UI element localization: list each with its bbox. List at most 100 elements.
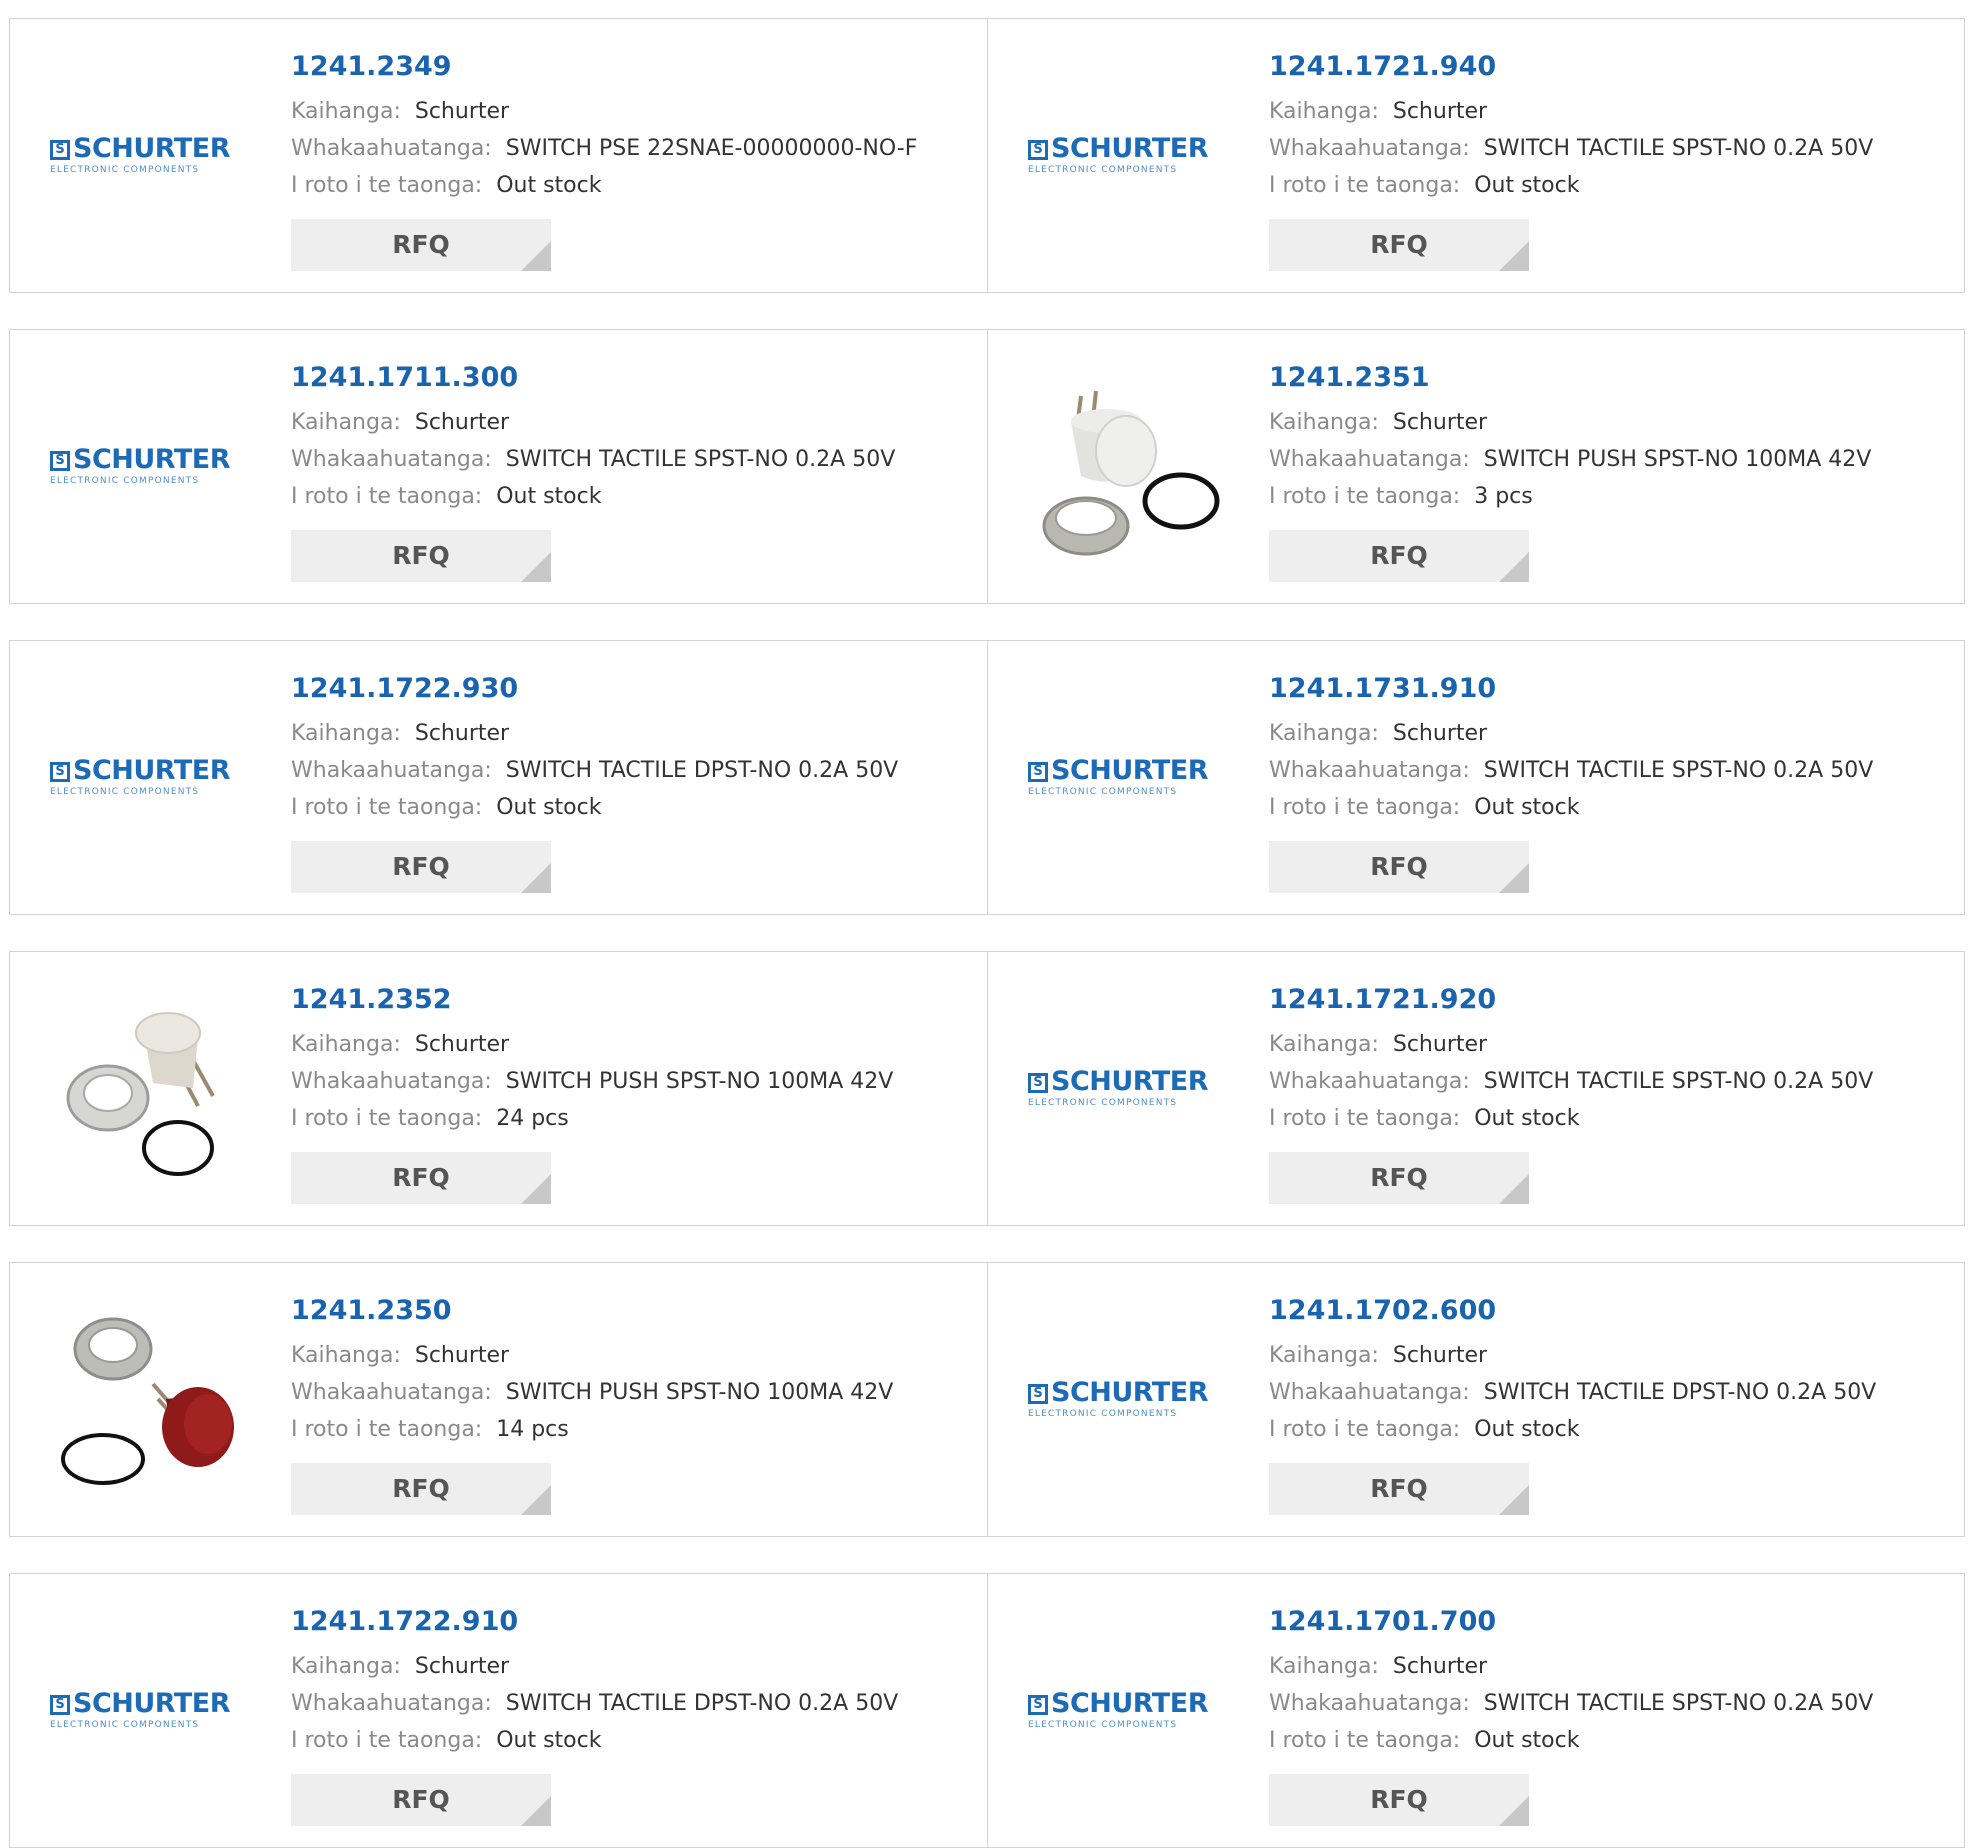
product-card: S SCHURTER ELECTRONIC COMPONENTS 1241.23… bbox=[10, 19, 987, 292]
manufacturer-value: Schurter bbox=[414, 721, 510, 746]
part-number-link[interactable]: 1241.1722.930 bbox=[291, 671, 967, 707]
product-image[interactable]: S SCHURTER ELECTRONIC COMPONENTS bbox=[1026, 1299, 1226, 1499]
product-image[interactable] bbox=[48, 1299, 248, 1499]
stock-label: I roto i te taonga: bbox=[291, 795, 483, 820]
rfq-corner-decoration bbox=[1499, 552, 1529, 582]
schurter-logo-mark: S bbox=[1028, 1695, 1048, 1715]
rfq-label: RFQ bbox=[392, 1163, 450, 1192]
product-card: S SCHURTER ELECTRONIC COMPONENTS 1241.17… bbox=[987, 641, 1964, 914]
product-info: 1241.2349 Kaihanga: Schurter Whakaahuatan… bbox=[291, 49, 967, 204]
description-label: Whakaahuatanga: bbox=[1269, 1380, 1470, 1405]
manufacturer-label: Kaihanga: bbox=[291, 99, 401, 124]
product-image[interactable]: S SCHURTER ELECTRONIC COMPONENTS bbox=[48, 1610, 248, 1810]
rfq-button[interactable]: RFQ bbox=[1269, 1463, 1529, 1515]
manufacturer-line: Kaihanga: Schurter bbox=[291, 1337, 967, 1374]
stock-label: I roto i te taonga: bbox=[1269, 795, 1461, 820]
rfq-corner-decoration bbox=[1499, 863, 1529, 893]
product-card: S SCHURTER ELECTRONIC COMPONENTS 1241.17… bbox=[10, 641, 987, 914]
stock-value: 24 pcs bbox=[496, 1106, 569, 1131]
part-number-link[interactable]: 1241.2349 bbox=[291, 49, 967, 85]
schurter-logo-mark: S bbox=[50, 762, 70, 782]
rfq-button[interactable]: RFQ bbox=[291, 219, 551, 271]
part-number-link[interactable]: 1241.1721.920 bbox=[1269, 982, 1944, 1018]
stock-value: Out stock bbox=[496, 484, 602, 509]
manufacturer-line: Kaihanga: Schurter bbox=[1269, 93, 1944, 130]
product-image[interactable]: S SCHURTER ELECTRONIC COMPONENTS bbox=[1026, 1610, 1226, 1810]
rfq-button[interactable]: RFQ bbox=[291, 530, 551, 582]
rfq-button[interactable]: RFQ bbox=[1269, 219, 1529, 271]
part-number-link[interactable]: 1241.1702.600 bbox=[1269, 1293, 1944, 1329]
manufacturer-label: Kaihanga: bbox=[1269, 1032, 1379, 1057]
part-number-link[interactable]: 1241.2350 bbox=[291, 1293, 967, 1329]
rfq-button[interactable]: RFQ bbox=[1269, 841, 1529, 893]
product-image[interactable]: S SCHURTER ELECTRONIC COMPONENTS bbox=[48, 55, 248, 255]
schurter-logo-subtitle: ELECTRONIC COMPONENTS bbox=[1028, 165, 1178, 175]
manufacturer-label: Kaihanga: bbox=[1269, 1343, 1379, 1368]
product-image[interactable]: S SCHURTER ELECTRONIC COMPONENTS bbox=[1026, 677, 1226, 877]
description-label: Whakaahuatanga: bbox=[1269, 1691, 1470, 1716]
schurter-logo: S SCHURTER ELECTRONIC COMPONENTS bbox=[1028, 757, 1224, 797]
product-row: S SCHURTER ELECTRONIC COMPONENTS 1241.17… bbox=[9, 1573, 1965, 1848]
rfq-corner-decoration bbox=[1499, 1796, 1529, 1826]
rfq-corner-decoration bbox=[1499, 1174, 1529, 1204]
product-image[interactable] bbox=[1026, 366, 1226, 566]
stock-line: I roto i te taonga: Out stock bbox=[1269, 1722, 1944, 1759]
push-switch-red-icon bbox=[48, 1299, 248, 1499]
manufacturer-line: Kaihanga: Schurter bbox=[1269, 404, 1944, 441]
stock-line: I roto i te taonga: Out stock bbox=[1269, 1411, 1944, 1448]
product-image[interactable]: S SCHURTER ELECTRONIC COMPONENTS bbox=[48, 677, 248, 877]
product-image[interactable]: S SCHURTER ELECTRONIC COMPONENTS bbox=[1026, 55, 1226, 255]
rfq-label: RFQ bbox=[392, 541, 450, 570]
product-image[interactable]: S SCHURTER ELECTRONIC COMPONENTS bbox=[48, 366, 248, 566]
rfq-button[interactable]: RFQ bbox=[291, 1463, 551, 1515]
part-number-link[interactable]: 1241.2352 bbox=[291, 982, 967, 1018]
manufacturer-value: Schurter bbox=[1392, 721, 1488, 746]
stock-value: Out stock bbox=[1474, 173, 1580, 198]
stock-line: I roto i te taonga: Out stock bbox=[1269, 1100, 1944, 1137]
description-label: Whakaahuatanga: bbox=[1269, 1069, 1470, 1094]
part-number-link[interactable]: 1241.2351 bbox=[1269, 360, 1944, 396]
schurter-logo-text: SCHURTER bbox=[73, 1688, 231, 1719]
schurter-logo-text: SCHURTER bbox=[1051, 755, 1209, 786]
schurter-logo-text: SCHURTER bbox=[73, 755, 231, 786]
part-number-link[interactable]: 1241.1722.910 bbox=[291, 1604, 967, 1640]
description-value: SWITCH TACTILE DPST-NO 0.2A 50V bbox=[1483, 1380, 1877, 1405]
manufacturer-line: Kaihanga: Schurter bbox=[291, 93, 967, 130]
manufacturer-value: Schurter bbox=[414, 99, 510, 124]
product-card: S SCHURTER ELECTRONIC COMPONENTS 1241.17… bbox=[987, 19, 1964, 292]
stock-line: I roto i te taonga: Out stock bbox=[291, 478, 967, 515]
schurter-logo: S SCHURTER ELECTRONIC COMPONENTS bbox=[50, 757, 246, 797]
rfq-button[interactable]: RFQ bbox=[1269, 1774, 1529, 1826]
manufacturer-value: Schurter bbox=[414, 410, 510, 435]
rfq-button[interactable]: RFQ bbox=[291, 841, 551, 893]
manufacturer-value: Schurter bbox=[1392, 1654, 1488, 1679]
manufacturer-value: Schurter bbox=[1392, 99, 1488, 124]
stock-label: I roto i te taonga: bbox=[1269, 1728, 1461, 1753]
stock-value: Out stock bbox=[1474, 1106, 1580, 1131]
manufacturer-label: Kaihanga: bbox=[1269, 1654, 1379, 1679]
rfq-button[interactable]: RFQ bbox=[1269, 530, 1529, 582]
stock-label: I roto i te taonga: bbox=[291, 173, 483, 198]
rfq-button[interactable]: RFQ bbox=[291, 1152, 551, 1204]
part-number-link[interactable]: 1241.1701.700 bbox=[1269, 1604, 1944, 1640]
rfq-button[interactable]: RFQ bbox=[1269, 1152, 1529, 1204]
schurter-logo-subtitle: ELECTRONIC COMPONENTS bbox=[1028, 787, 1178, 797]
stock-label: I roto i te taonga: bbox=[1269, 173, 1461, 198]
rfq-corner-decoration bbox=[1499, 241, 1529, 271]
manufacturer-line: Kaihanga: Schurter bbox=[291, 1026, 967, 1063]
stock-line: I roto i te taonga: Out stock bbox=[291, 789, 967, 826]
rfq-corner-decoration bbox=[521, 241, 551, 271]
description-label: Whakaahuatanga: bbox=[291, 447, 492, 472]
stock-value: Out stock bbox=[496, 173, 602, 198]
part-number-link[interactable]: 1241.1721.940 bbox=[1269, 49, 1944, 85]
manufacturer-value: Schurter bbox=[1392, 1343, 1488, 1368]
product-image[interactable]: S SCHURTER ELECTRONIC COMPONENTS bbox=[1026, 988, 1226, 1188]
part-number-link[interactable]: 1241.1711.300 bbox=[291, 360, 967, 396]
product-image[interactable] bbox=[48, 988, 248, 1188]
rfq-label: RFQ bbox=[1370, 852, 1428, 881]
schurter-logo-text: SCHURTER bbox=[1051, 1066, 1209, 1097]
rfq-label: RFQ bbox=[1370, 230, 1428, 259]
rfq-button[interactable]: RFQ bbox=[291, 1774, 551, 1826]
part-number-link[interactable]: 1241.1731.910 bbox=[1269, 671, 1944, 707]
stock-line: I roto i te taonga: Out stock bbox=[291, 1722, 967, 1759]
